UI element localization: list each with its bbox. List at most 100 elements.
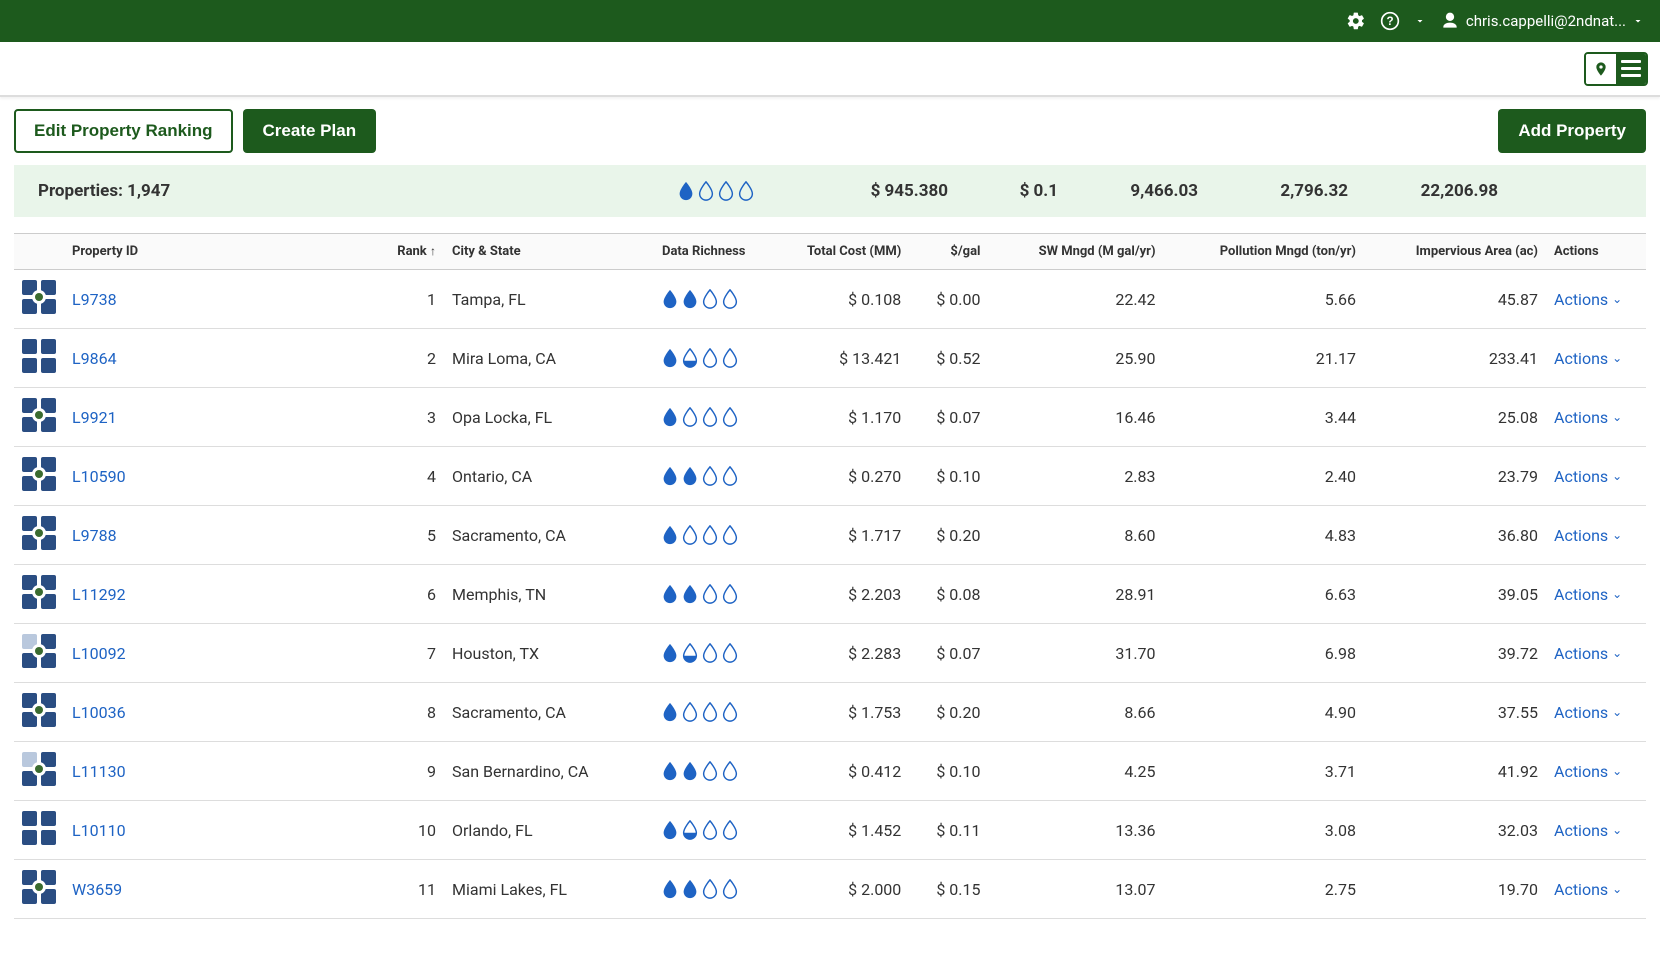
summary-sw-mngd: 9,466.03 <box>1058 181 1198 201</box>
col-property-id[interactable]: Property ID <box>64 234 364 270</box>
main-content: Edit Property Ranking Create Plan Add Pr… <box>0 97 1660 919</box>
property-type-icon <box>22 811 56 845</box>
cell-per-gal: $ 0.20 <box>909 683 988 742</box>
row-actions-menu[interactable]: Actions ⌄ <box>1554 703 1622 722</box>
cell-total-cost: $ 0.270 <box>764 447 909 506</box>
property-id-link[interactable]: L10110 <box>72 821 126 840</box>
cell-total-cost: $ 2.283 <box>764 624 909 683</box>
chevron-down-icon <box>1632 15 1644 27</box>
property-id-link[interactable]: W3659 <box>72 880 122 899</box>
drop-icon <box>682 466 698 486</box>
cell-per-gal: $ 0.20 <box>909 506 988 565</box>
cell-total-cost: $ 1.717 <box>764 506 909 565</box>
chevron-down-icon: ⌄ <box>1612 823 1622 837</box>
drop-icon <box>682 702 698 722</box>
cell-per-gal: $ 0.10 <box>909 447 988 506</box>
user-menu[interactable]: chris.cappelli@2ndnat... <box>1440 11 1644 31</box>
cell-rank: 5 <box>364 506 444 565</box>
row-actions-menu[interactable]: Actions ⌄ <box>1554 349 1622 368</box>
chevron-down-icon: ⌄ <box>1612 528 1622 542</box>
property-type-icon <box>22 280 56 314</box>
cell-data-richness <box>654 447 764 506</box>
edit-property-ranking-button[interactable]: Edit Property Ranking <box>14 109 233 153</box>
col-city-state[interactable]: City & State <box>444 234 654 270</box>
col-total-cost[interactable]: Total Cost (MM) <box>764 234 909 270</box>
table-row: L9788 5 Sacramento, CA $ 1.717 $ 0.20 8.… <box>14 506 1646 565</box>
row-actions-menu[interactable]: Actions ⌄ <box>1554 408 1622 427</box>
drop-icon <box>738 181 754 201</box>
cell-city-state: Sacramento, CA <box>444 683 654 742</box>
property-id-link[interactable]: L11130 <box>72 762 126 781</box>
col-per-gal[interactable]: $/gal <box>909 234 988 270</box>
row-actions-menu[interactable]: Actions ⌄ <box>1554 880 1622 899</box>
cell-data-richness <box>654 742 764 801</box>
row-actions-menu[interactable]: Actions ⌄ <box>1554 526 1622 545</box>
chevron-down-icon: ⌄ <box>1612 764 1622 778</box>
cell-pollution-mngd: 3.08 <box>1164 801 1364 860</box>
property-type-icon <box>22 457 56 491</box>
cell-total-cost: $ 1.753 <box>764 683 909 742</box>
top-bar: ? chris.cappelli@2ndnat... <box>0 0 1660 42</box>
drop-icon <box>678 181 694 201</box>
cell-pollution-mngd: 3.71 <box>1164 742 1364 801</box>
cell-impervious: 19.70 <box>1364 860 1546 919</box>
col-pollution-mngd[interactable]: Pollution Mngd (ton/yr) <box>1164 234 1364 270</box>
col-sw-mngd[interactable]: SW Mngd (M gal/yr) <box>989 234 1164 270</box>
cell-pollution-mngd: 21.17 <box>1164 329 1364 388</box>
row-actions-menu[interactable]: Actions ⌄ <box>1554 290 1622 309</box>
summary-count: Properties: 1,947 <box>38 181 678 201</box>
cell-impervious: 23.79 <box>1364 447 1546 506</box>
cell-rank: 4 <box>364 447 444 506</box>
cell-pollution-mngd: 4.90 <box>1164 683 1364 742</box>
property-id-link[interactable]: L9788 <box>72 526 117 545</box>
gear-icon[interactable] <box>1346 11 1366 31</box>
col-data-richness[interactable]: Data Richness <box>654 234 764 270</box>
drop-icon <box>722 348 738 368</box>
drop-icon <box>722 761 738 781</box>
summary-impervious: 22,206.98 <box>1348 181 1498 201</box>
summary-per-gal: $ 0.1 <box>948 181 1058 201</box>
property-id-link[interactable]: L10036 <box>72 703 126 722</box>
sort-ascending-icon: ↑ <box>430 244 436 258</box>
cell-pollution-mngd: 2.75 <box>1164 860 1364 919</box>
help-icon[interactable]: ? <box>1380 11 1400 31</box>
property-type-icon <box>22 516 56 550</box>
cell-city-state: San Bernardino, CA <box>444 742 654 801</box>
table-row: L10590 4 Ontario, CA $ 0.270 $ 0.10 2.83… <box>14 447 1646 506</box>
property-id-link[interactable]: L10092 <box>72 644 126 663</box>
property-id-link[interactable]: L9738 <box>72 290 117 309</box>
chevron-down-icon: ⌄ <box>1612 882 1622 896</box>
property-id-link[interactable]: L9864 <box>72 349 117 368</box>
property-id-link[interactable]: L11292 <box>72 585 126 604</box>
action-row: Edit Property Ranking Create Plan Add Pr… <box>14 109 1646 153</box>
summary-pollution-mngd: 2,796.32 <box>1198 181 1348 201</box>
chevron-down-icon[interactable] <box>1414 15 1426 27</box>
cell-pollution-mngd: 3.44 <box>1164 388 1364 447</box>
create-plan-button[interactable]: Create Plan <box>243 109 377 153</box>
map-pin-icon[interactable] <box>1586 54 1616 84</box>
row-actions-menu[interactable]: Actions ⌄ <box>1554 821 1622 840</box>
cell-sw-mngd: 16.46 <box>989 388 1164 447</box>
cell-rank: 6 <box>364 565 444 624</box>
drop-icon <box>722 879 738 899</box>
cell-rank: 3 <box>364 388 444 447</box>
add-property-button[interactable]: Add Property <box>1498 109 1646 153</box>
hamburger-icon[interactable] <box>1616 54 1646 84</box>
table-row: L9864 2 Mira Loma, CA $ 13.421 $ 0.52 25… <box>14 329 1646 388</box>
col-rank[interactable]: Rank ↑ <box>364 234 444 270</box>
row-actions-menu[interactable]: Actions ⌄ <box>1554 644 1622 663</box>
property-id-link[interactable]: L10590 <box>72 467 126 486</box>
property-id-link[interactable]: L9921 <box>72 408 117 427</box>
drop-icon <box>702 702 718 722</box>
cell-per-gal: $ 0.11 <box>909 801 988 860</box>
drop-icon <box>682 761 698 781</box>
view-toggle[interactable] <box>1584 52 1648 86</box>
drop-icon <box>722 525 738 545</box>
row-actions-menu[interactable]: Actions ⌄ <box>1554 585 1622 604</box>
row-actions-menu[interactable]: Actions ⌄ <box>1554 467 1622 486</box>
row-actions-menu[interactable]: Actions ⌄ <box>1554 762 1622 781</box>
cell-pollution-mngd: 2.40 <box>1164 447 1364 506</box>
col-impervious[interactable]: Impervious Area (ac) <box>1364 234 1546 270</box>
cell-total-cost: $ 0.412 <box>764 742 909 801</box>
drop-icon <box>662 348 678 368</box>
